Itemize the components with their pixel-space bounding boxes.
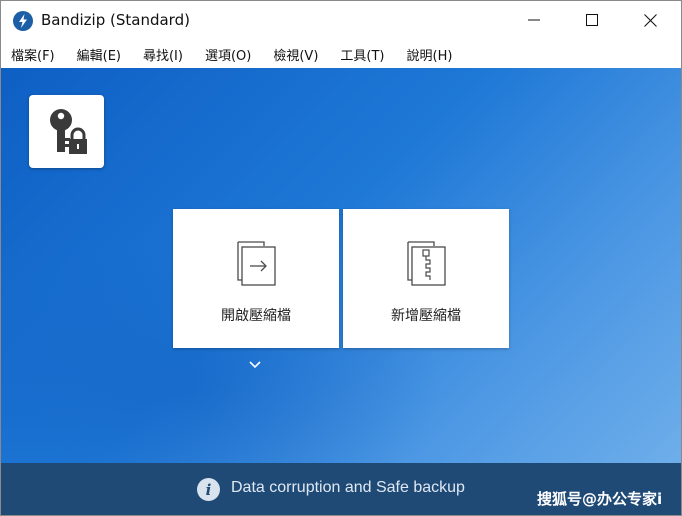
expand-toggle[interactable] bbox=[247, 356, 263, 369]
password-manager-button[interactable] bbox=[29, 95, 104, 168]
menu-tools[interactable]: 工具(T) bbox=[340, 45, 384, 64]
info-bar[interactable]: i Data corruption and Safe backup 搜狐号@办公… bbox=[1, 463, 681, 515]
close-button[interactable] bbox=[621, 1, 679, 39]
menu-find[interactable]: 尋找(I) bbox=[143, 45, 183, 64]
new-archive-button[interactable]: 新增壓縮檔 bbox=[343, 209, 509, 348]
menu-edit[interactable]: 編輯(E) bbox=[77, 45, 121, 64]
menu-view[interactable]: 檢視(V) bbox=[273, 45, 318, 64]
info-icon: i bbox=[197, 478, 220, 501]
menu-options[interactable]: 選項(O) bbox=[205, 45, 251, 64]
key-lock-icon bbox=[49, 108, 87, 154]
menu-bar: 檔案(F) 編輯(E) 尋找(I) 選項(O) 檢視(V) 工具(T) 說明(H… bbox=[1, 41, 681, 67]
window-title: Bandizip (Standard) bbox=[41, 11, 190, 29]
watermark-text: 搜狐号@办公专家i bbox=[537, 490, 663, 508]
menu-file[interactable]: 檔案(F) bbox=[11, 45, 55, 64]
open-archive-button[interactable]: 開啟壓縮檔 bbox=[173, 209, 339, 348]
open-archive-label: 開啟壓縮檔 bbox=[221, 308, 291, 324]
chevron-down-icon bbox=[249, 361, 261, 369]
minimize-button[interactable] bbox=[505, 1, 563, 39]
title-bar: Bandizip (Standard) bbox=[1, 1, 681, 39]
svg-text:i: i bbox=[206, 481, 212, 499]
new-archive-icon bbox=[406, 238, 448, 292]
open-archive-icon bbox=[236, 238, 278, 292]
maximize-button[interactable] bbox=[563, 1, 621, 39]
info-link-text[interactable]: Data corruption and Safe backup bbox=[231, 479, 465, 497]
main-panel: 開啟壓縮檔 新增壓縮檔 bbox=[1, 68, 681, 463]
bandizip-window: Bandizip (Standard) 檔案(F) 編輯(E) 尋找(I) 選項… bbox=[0, 0, 682, 516]
new-archive-label: 新增壓縮檔 bbox=[391, 308, 461, 324]
bandizip-app-icon bbox=[13, 11, 33, 31]
minimize-icon bbox=[528, 19, 540, 21]
close-icon bbox=[643, 13, 657, 27]
menu-help[interactable]: 說明(H) bbox=[407, 45, 453, 64]
maximize-icon bbox=[586, 14, 598, 26]
